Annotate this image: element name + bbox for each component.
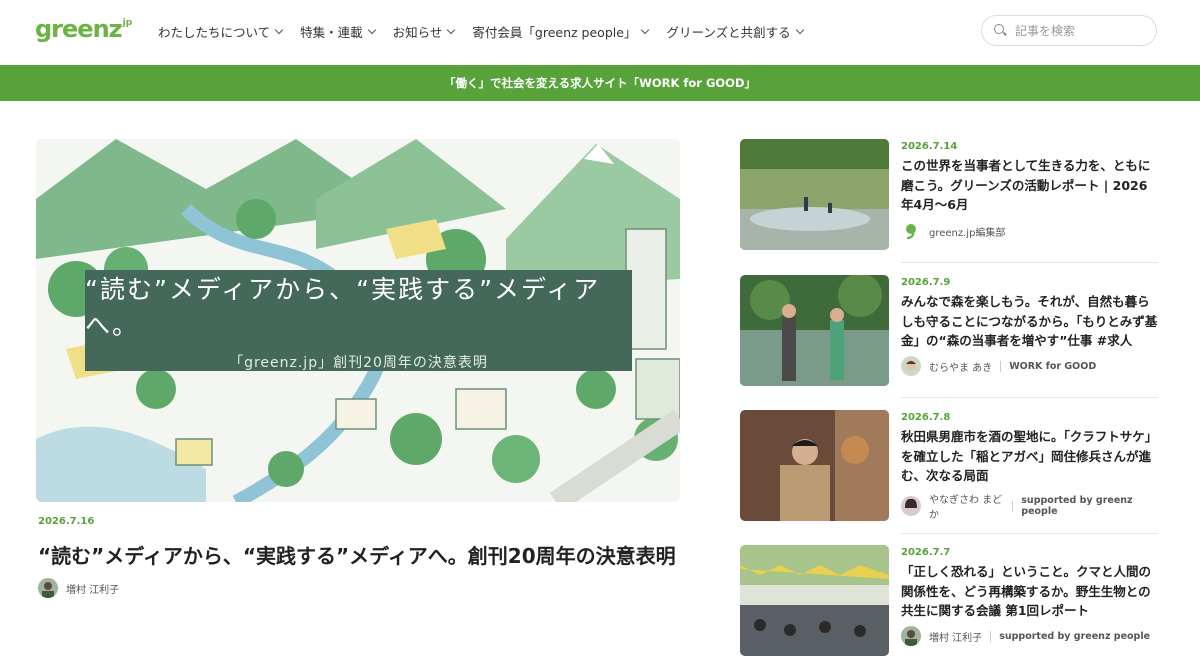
chevron-down-icon	[447, 25, 456, 35]
search-box[interactable]	[981, 15, 1157, 46]
article-title[interactable]: 「正しく恐れる」ということ。クマと人間の関係性を、どう再構築するか。野生生物との…	[901, 562, 1159, 621]
chevron-down-icon	[274, 25, 284, 35]
separator	[990, 630, 992, 642]
article-title[interactable]: みんなで森を楽しもう。それが、自然も暮らしも守ることにつながるから。「もりとみず…	[901, 292, 1159, 351]
banner-text: 「働く」で社会を変える求人サイト「WORK for GOOD」	[443, 76, 756, 90]
article-meta: greenz.jp編集部	[901, 221, 1005, 241]
article-thumbnail[interactable]	[740, 139, 889, 250]
chevron-down-icon	[795, 25, 804, 35]
article-date: 2026.7.8	[901, 412, 951, 423]
article-date: 2026.7.9	[901, 277, 951, 288]
article-meta: やなぎさわ まどか supported by greenz people	[901, 491, 1158, 521]
nav-label: わたしたちについて	[158, 25, 271, 40]
nav-about[interactable]: わたしたちについて	[158, 22, 284, 41]
work-for-good-banner[interactable]: 「働く」で社会を変える求人サイト「WORK for GOOD」	[0, 65, 1200, 101]
author-name[interactable]: やなぎさわ まどか	[929, 491, 1004, 521]
article-meta: 増村 江利子 supported by greenz people	[901, 626, 1150, 646]
separator	[1012, 500, 1014, 512]
author-name: 増村 江利子	[66, 584, 120, 596]
search-input[interactable]	[1015, 23, 1145, 38]
article-card[interactable]: 2026.7.8 秋田県男鹿市を酒の聖地に。「クラフトサケ」を確立した「稲とアガ…	[740, 410, 1158, 523]
main-nav: わたしたちについて 特集・連載 お知らせ 寄付会員「greenz people」…	[158, 22, 821, 41]
article-thumbnail[interactable]	[740, 545, 889, 656]
greenz-logo[interactable]: greenz jp	[35, 14, 132, 46]
featured-image[interactable]: “読む”メディアから、“実践する”メディアへ。 「greenz.jp」創刊20周…	[36, 139, 680, 502]
article-date: 2026.7.14	[901, 141, 958, 152]
avatar	[901, 496, 921, 516]
separator	[1000, 360, 1002, 372]
overlay-title: “読む”メディアから、“実践する”メディアへ。	[85, 274, 601, 340]
chevron-down-icon	[641, 25, 650, 35]
nav-label: グリーンズと共創する	[666, 25, 791, 40]
article-meta: むらやま あき WORK for GOOD	[901, 356, 1096, 376]
featured-author[interactable]: 増村 江利子	[38, 578, 119, 598]
nav-news[interactable]: お知らせ	[392, 22, 456, 41]
avatar	[38, 578, 58, 598]
featured-date: 2026.7.16	[38, 516, 95, 527]
featured-overlay: “読む”メディアから、“実践する”メディアへ。 「greenz.jp」創刊20周…	[85, 270, 632, 371]
logo-text: greenz	[35, 15, 123, 43]
author-name[interactable]: greenz.jp編集部	[929, 224, 1005, 239]
divider	[901, 262, 1158, 263]
article-card[interactable]: 2026.7.7 「正しく恐れる」ということ。クマと人間の関係性を、どう再構築す…	[740, 545, 1158, 656]
article-title[interactable]: 秋田県男鹿市を酒の聖地に。「クラフトサケ」を確立した「稲とアガベ」岡住修兵さんが…	[901, 427, 1159, 486]
nav-label: 特集・連載	[300, 25, 363, 40]
article-tag[interactable]: supported by greenz people	[999, 631, 1150, 642]
greenz-logo-icon	[901, 221, 921, 241]
divider	[901, 533, 1158, 534]
nav-cocreate[interactable]: グリーンズと共創する	[666, 22, 804, 41]
avatar	[901, 626, 921, 646]
article-card[interactable]: 2026.7.9 みんなで森を楽しもう。それが、自然も暮らしも守ることにつながる…	[740, 275, 1158, 388]
article-tag[interactable]: supported by greenz people	[1021, 495, 1158, 517]
nav-label: お知らせ	[392, 25, 443, 40]
article-tag[interactable]: WORK for GOOD	[1009, 361, 1096, 372]
article-thumbnail[interactable]	[740, 410, 889, 521]
overlay-subtitle: 「greenz.jp」創刊20周年の決意表明	[229, 354, 488, 371]
author-name[interactable]: 増村 江利子	[929, 629, 982, 644]
chevron-down-icon	[367, 25, 376, 35]
featured-title-link[interactable]: “読む”メディアから、“実践する”メディアへ。創刊20周年の決意表明	[38, 540, 676, 569]
logo-suffix: jp	[122, 18, 133, 28]
author-name[interactable]: むらやま あき	[929, 359, 992, 374]
avatar	[901, 356, 921, 376]
nav-features[interactable]: 特集・連載	[300, 22, 376, 41]
divider	[901, 397, 1158, 398]
site-header: greenz jp わたしたちについて 特集・連載 お知らせ 寄付会員「gree…	[0, 0, 1200, 65]
search-icon	[994, 24, 1007, 37]
article-card[interactable]: 2026.7.14 この世界を当事者として生きる力を、ともに磨こう。グリーンズの…	[740, 139, 1158, 252]
article-date: 2026.7.7	[901, 547, 951, 558]
nav-greenz-people[interactable]: 寄付会員「greenz people」	[472, 22, 650, 41]
article-thumbnail[interactable]	[740, 275, 889, 386]
article-title[interactable]: この世界を当事者として生きる力を、ともに磨こう。グリーンズの活動レポート | 2…	[901, 156, 1159, 215]
nav-label: 寄付会員「greenz people」	[472, 25, 637, 40]
